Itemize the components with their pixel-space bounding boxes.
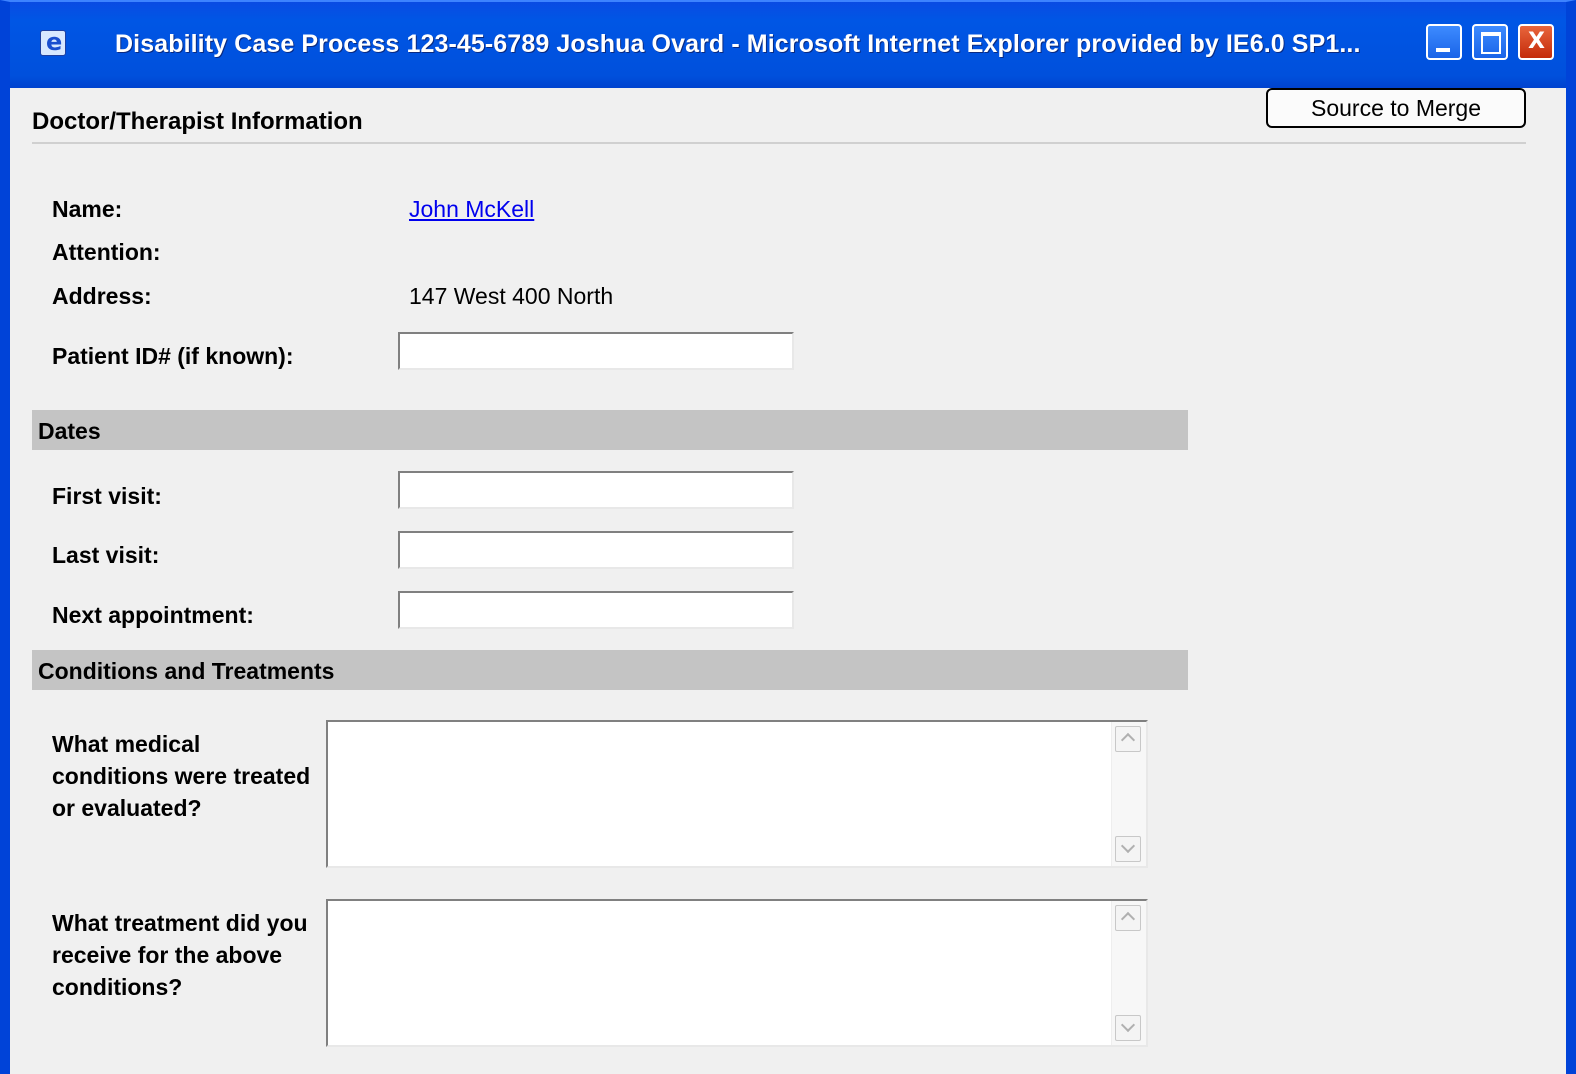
treatment-scrollbar[interactable] [1111,901,1146,1045]
dates-heading: Dates [38,418,101,444]
patient-id-input[interactable] [398,332,794,370]
dates-section-header: Dates [32,410,1188,450]
page-title: Doctor/Therapist Information [32,108,363,135]
patient-id-label: Patient ID# (if known): [52,343,294,369]
minimize-button[interactable] [1426,24,1462,60]
conditions-section-header: Conditions and Treatments [32,650,1188,690]
name-label: Name: [52,196,123,222]
conditions-heading: Conditions and Treatments [38,658,335,684]
attention-label: Attention: [52,239,161,265]
treatment-question-label: What treatment did you receive for the a… [52,910,308,1000]
last-visit-input[interactable] [398,531,794,569]
window-border-right [1566,88,1576,1074]
divider [32,142,1526,144]
address-value: 147 West 400 North [409,283,614,309]
last-visit-label: Last visit: [52,542,160,568]
conditions-scrollbar[interactable] [1111,722,1146,866]
window-border-left [0,88,10,1074]
address-label: Address: [52,283,152,309]
first-visit-label: First visit: [52,483,162,509]
conditions-textarea[interactable] [326,720,1148,868]
scroll-down-arrow-icon[interactable] [1115,1015,1141,1041]
scroll-up-arrow-icon[interactable] [1115,905,1141,931]
form-content: Doctor/Therapist Information Source to M… [10,88,1566,1074]
window-title: Disability Case Process 123-45-6789 Josh… [115,30,1361,58]
treatment-textarea[interactable] [326,899,1148,1047]
close-button[interactable] [1518,24,1554,60]
maximize-button[interactable] [1472,24,1508,60]
first-visit-input[interactable] [398,471,794,509]
next-appointment-input[interactable] [398,591,794,629]
ie-icon[interactable] [40,28,66,56]
title-bar-row: Disability Case Process 123-45-6789 Josh… [0,0,1576,94]
scroll-up-arrow-icon[interactable] [1115,726,1141,752]
scroll-down-arrow-icon[interactable] [1115,836,1141,862]
conditions-question-label: What medical conditions were treated or … [52,731,311,821]
doctor-name-link[interactable]: John McKell [409,196,534,223]
source-to-merge-button[interactable]: Source to Merge [1266,88,1526,128]
next-appointment-label: Next appointment: [52,602,254,628]
